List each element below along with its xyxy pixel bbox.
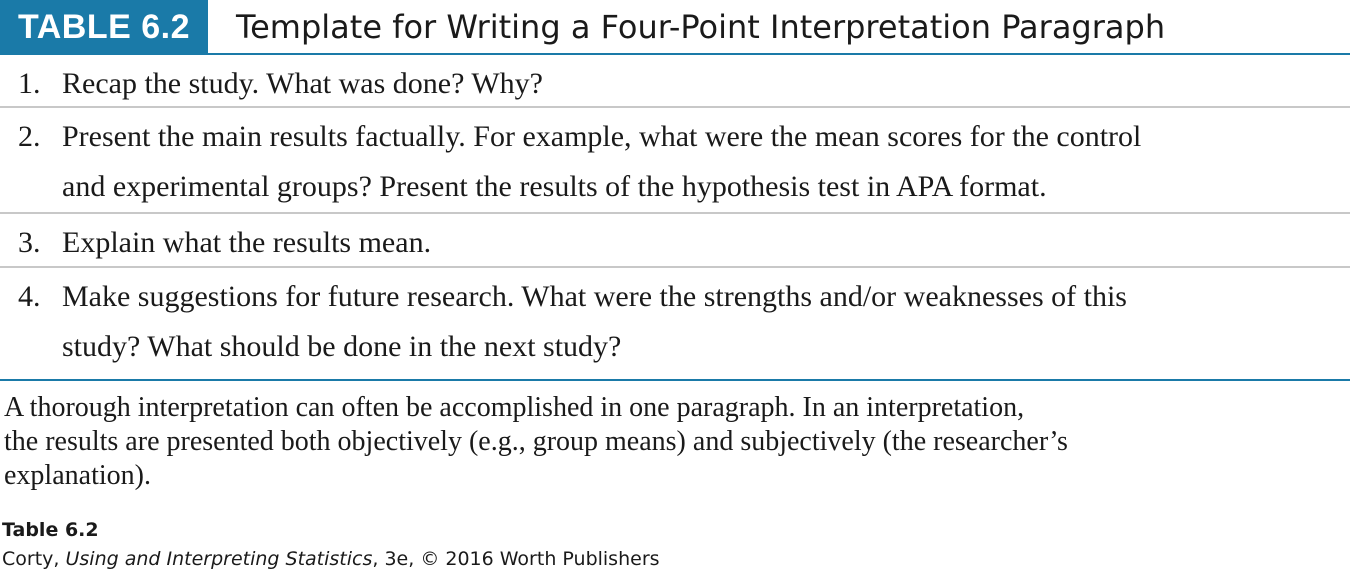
table-body: 1. Recap the study. What was done? Why? … (0, 55, 1350, 380)
table-header: TABLE 6.2 Template for Writing a Four-Po… (0, 0, 1350, 55)
row-number: 2. (18, 120, 41, 153)
row-number: 3. (18, 226, 41, 259)
caption-line: the results are presented both objective… (4, 426, 1068, 457)
table-bottom-rule (0, 379, 1350, 381)
row-number: 4. (18, 280, 41, 313)
row-text: Present the main results factually. For … (62, 108, 1350, 212)
source-credit: Corty, Using and Interpreting Statistics… (2, 546, 660, 572)
table-row: 1. Recap the study. What was done? Why? (0, 55, 1350, 108)
table-caption: A thorough interpretation can often be a… (4, 391, 1068, 493)
row-line: and experimental groups? Present the res… (62, 170, 1047, 203)
source-edition: , 3e, © 2016 Worth Publishers (372, 548, 660, 570)
source-title: Table 6.2 (2, 519, 99, 541)
source-author: Corty, (2, 548, 66, 570)
row-line: Make suggestions for future research. Wh… (62, 280, 1127, 313)
row-text: Recap the study. What was done? Why? (62, 55, 1350, 109)
table-row: 3. Explain what the results mean. (0, 214, 1350, 268)
row-line: Present the main results factually. For … (62, 120, 1142, 153)
row-line: Explain what the results mean. (62, 226, 432, 259)
row-line: Recap the study. What was done? Why? (62, 67, 543, 100)
row-text: Make suggestions for future research. Wh… (62, 268, 1350, 372)
table-title: Template for Writing a Four-Point Interp… (236, 8, 1166, 46)
table-row: 2. Present the main results factually. F… (0, 108, 1350, 214)
row-number: 1. (18, 67, 41, 100)
row-line: study? What should be done in the next s… (62, 330, 622, 363)
row-text: Explain what the results mean. (62, 214, 1350, 268)
table-row: 4. Make suggestions for future research.… (0, 268, 1350, 380)
caption-line: A thorough interpretation can often be a… (4, 392, 1025, 423)
table-label: TABLE 6.2 (0, 0, 208, 55)
caption-line: explanation). (4, 460, 151, 491)
source-book-title: Using and Interpreting Statistics (65, 548, 373, 570)
